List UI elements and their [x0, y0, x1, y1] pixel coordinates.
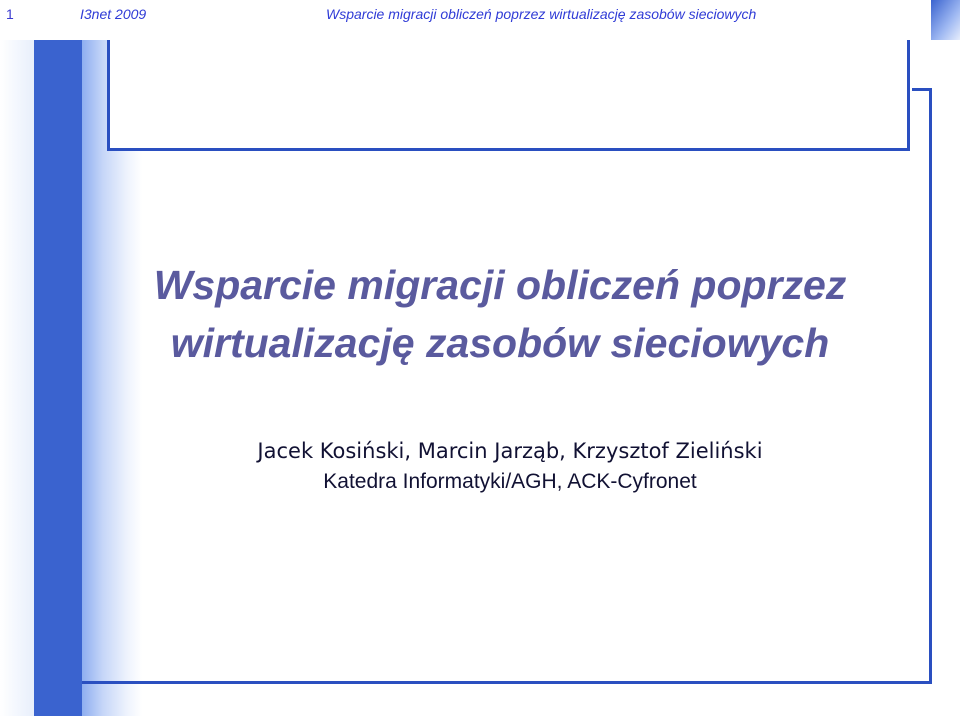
slide-title: Wsparcie migracji obliczeń poprzez wirtu… — [120, 256, 880, 372]
title-line-1: Wsparcie migracji obliczeń poprzez — [153, 262, 847, 308]
left-gradient-band — [0, 40, 34, 716]
authors: Jacek Kosiński, Marcin Jarząb, Krzysztof… — [257, 439, 763, 463]
top-frame-box — [107, 40, 910, 151]
left-blue-band — [34, 40, 82, 716]
page-number: 1 — [6, 6, 14, 22]
bottom-frame-line — [82, 681, 932, 684]
corner-decoration — [931, 0, 960, 40]
title-line-2: wirtualizację zasobów sieciowych — [170, 320, 830, 366]
slide: 1 I3net 2009 Wsparcie migracji obliczeń … — [0, 0, 960, 716]
affiliation: Katedra Informatyki/AGH, ACK-Cyfronet — [323, 470, 697, 493]
right-frame-line — [929, 88, 932, 684]
running-title: Wsparcie migracji obliczeń poprzez wirtu… — [326, 6, 757, 22]
conference-label: I3net 2009 — [80, 6, 147, 22]
